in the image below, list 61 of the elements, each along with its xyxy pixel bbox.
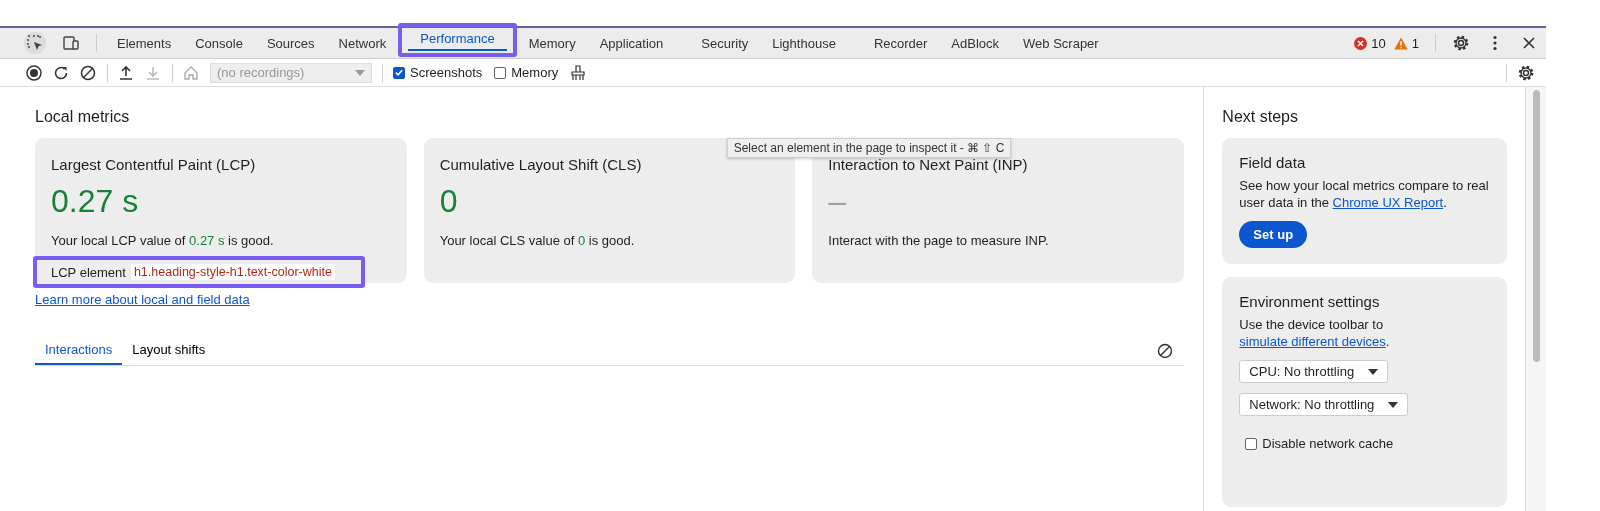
card-title: Environment settings xyxy=(1239,293,1381,310)
metric-value: 0.27 s xyxy=(51,182,139,221)
card-title: Field data xyxy=(1239,154,1307,171)
card-text: See how your local metrics compare to real user data in the Chrome UX Report. xyxy=(1239,177,1490,211)
metric-value: 0 xyxy=(439,182,458,221)
record-icon[interactable] xyxy=(26,64,42,81)
checkbox-label: Disable network cache xyxy=(1262,436,1394,451)
simulate-devices-link[interactable]: simulate different devices xyxy=(1239,334,1386,349)
error-icon xyxy=(1354,36,1368,50)
panel-tab[interactable]: Application xyxy=(587,28,676,58)
upload-icon[interactable] xyxy=(118,64,134,81)
element-label: LCP element xyxy=(51,264,126,280)
panel-tab[interactable]: Memory xyxy=(516,28,588,58)
sub-tab[interactable]: Layout shifts xyxy=(122,336,216,365)
reload-icon[interactable] xyxy=(53,64,69,81)
settings-icon[interactable] xyxy=(1517,63,1535,82)
download-icon xyxy=(145,64,161,81)
panel-tab[interactable]: Network xyxy=(326,28,399,58)
metric-title: Interaction to Next Paint (INP) xyxy=(828,156,1028,173)
element-node-link[interactable]: h1.heading-style-h1.text-color-white xyxy=(130,264,335,280)
panel-tab[interactable]: Performance xyxy=(408,27,507,51)
warning-icon xyxy=(1393,36,1408,50)
panel-tab[interactable]: Recorder xyxy=(861,28,940,58)
metric-description: Your local CLS value of 0 is good. xyxy=(439,233,636,248)
warning-count[interactable]: 1 xyxy=(1411,35,1419,51)
metric-value: – xyxy=(828,182,847,221)
checkbox[interactable] xyxy=(393,66,405,79)
error-count[interactable]: 10 xyxy=(1371,35,1386,51)
panel-tab[interactable]: Elements xyxy=(105,28,184,58)
panel-tab[interactable]: Console xyxy=(183,28,255,58)
card-text: Use the device toolbar to simulate different devices. xyxy=(1239,316,1391,350)
scrollbar-thumb[interactable] xyxy=(1532,90,1540,362)
checkbox-label: Screenshots xyxy=(410,65,483,80)
checkbox[interactable] xyxy=(1245,437,1258,450)
metric-description: Your local LCP value of 0.27 s is good. xyxy=(51,233,275,248)
clear-icon[interactable] xyxy=(1157,342,1173,359)
set-up-button[interactable]: Set up xyxy=(1239,221,1308,248)
metric-title: Cumulative Layout Shift (CLS) xyxy=(439,156,642,173)
checkbox[interactable] xyxy=(494,66,507,79)
panel-tab[interactable]: AdBlock xyxy=(939,28,1012,58)
section-title: Next steps xyxy=(1222,108,1299,126)
throttling-dropdown[interactable]: Network: No throttling xyxy=(1239,393,1409,416)
caret-icon xyxy=(1368,368,1379,375)
panel-tab[interactable]: Sources xyxy=(254,28,327,58)
caret-icon xyxy=(1388,401,1399,408)
caret-icon xyxy=(355,69,365,76)
panel-tab[interactable]: Security xyxy=(689,28,761,58)
throttling-dropdown[interactable]: CPU: No throttling xyxy=(1239,360,1389,383)
home-icon xyxy=(183,64,199,81)
sub-tab[interactable]: Interactions xyxy=(35,336,123,365)
panel-tab[interactable]: Lighthouse xyxy=(760,28,848,58)
inspect-element-icon[interactable] xyxy=(24,32,46,54)
broom-icon[interactable] xyxy=(570,64,587,81)
learn-more-link[interactable]: Learn more about local and field data xyxy=(35,292,250,307)
checkbox-label: Memory xyxy=(511,65,559,80)
tooltip: Select an element in the page to inspect it - ⌘ ⇧ C xyxy=(726,138,1012,158)
panel-tab[interactable]: Web Scraper xyxy=(1011,28,1111,58)
metric-title: Largest Contentful Paint (LCP) xyxy=(51,156,256,173)
section-title: Local metrics xyxy=(35,108,131,126)
clear-icon[interactable] xyxy=(80,64,96,81)
metric-description: Interact with the page to measure INP. xyxy=(828,233,1050,248)
